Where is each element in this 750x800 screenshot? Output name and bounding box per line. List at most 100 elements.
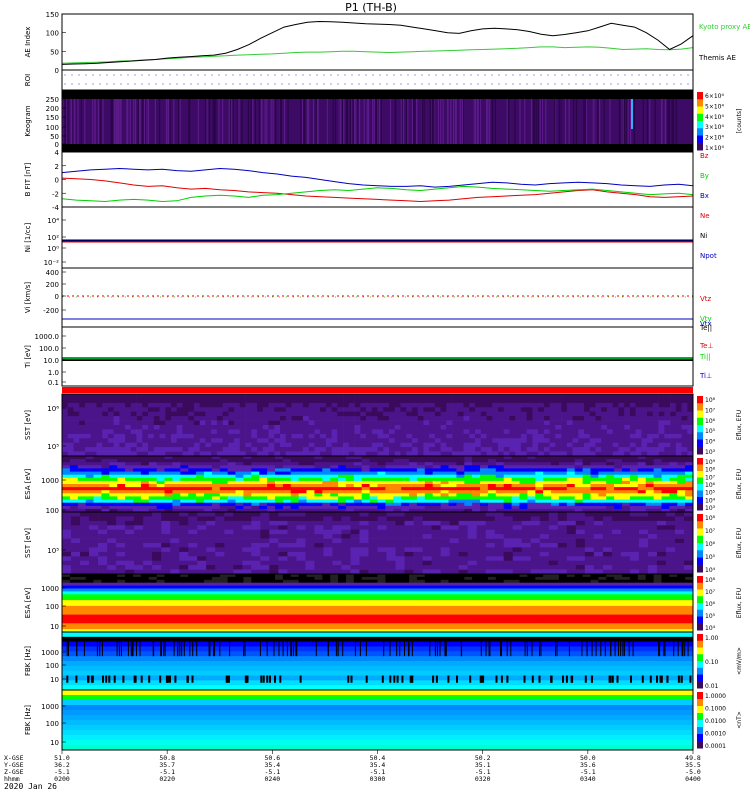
heatmap-cell bbox=[494, 560, 505, 566]
colorbar-label: Eflux, EFU bbox=[736, 410, 743, 440]
heatmap-cell bbox=[566, 459, 576, 463]
heatmap-cell bbox=[360, 447, 367, 452]
heatmap-cell bbox=[274, 425, 281, 430]
heatmap-cell bbox=[211, 496, 221, 500]
heatmap-cell bbox=[267, 480, 276, 485]
heatmap-cell bbox=[503, 579, 512, 584]
heatmap-cell bbox=[463, 447, 470, 452]
heatmap-cell bbox=[492, 429, 499, 435]
heatmap-cell bbox=[234, 420, 241, 426]
heatmap-cell bbox=[602, 565, 613, 570]
heatmap-cell bbox=[188, 447, 195, 452]
heatmap-cell bbox=[475, 398, 482, 404]
heatmap-cell bbox=[224, 525, 234, 531]
heatmap-cell bbox=[566, 484, 576, 488]
heatmap-cell bbox=[431, 556, 441, 562]
heatmap-cell bbox=[575, 520, 586, 526]
heatmap-cell bbox=[539, 565, 550, 570]
heatmap-cell bbox=[170, 534, 180, 539]
heatmap-cell bbox=[574, 493, 583, 497]
heatmap-cell bbox=[612, 407, 619, 413]
heatmap-cell bbox=[487, 505, 497, 510]
heatmap-cell bbox=[606, 477, 615, 482]
heatmap-cell bbox=[467, 538, 477, 544]
heatmap-cell bbox=[67, 425, 74, 430]
heatmap-cell bbox=[322, 471, 331, 476]
heatmap-cell bbox=[432, 576, 441, 581]
heatmap-cell bbox=[377, 538, 387, 544]
heatmap-cell bbox=[98, 520, 108, 526]
heatmap-cell bbox=[424, 499, 434, 504]
heatmap-cell bbox=[172, 474, 181, 479]
heatmap-cell bbox=[188, 551, 198, 557]
keogram-stripe bbox=[447, 99, 449, 144]
heatmap-cell bbox=[341, 525, 351, 531]
heatmap-cell bbox=[601, 425, 608, 430]
heatmap-cell bbox=[582, 493, 591, 497]
heatmap-cell bbox=[652, 438, 659, 444]
keogram-stripe bbox=[423, 99, 425, 144]
heatmap-cell bbox=[136, 402, 143, 408]
roi-dot bbox=[225, 74, 227, 76]
heatmap-cell bbox=[267, 493, 276, 497]
heatmap-cell bbox=[574, 499, 583, 504]
heatmap-cell bbox=[401, 493, 410, 497]
heatmap-cell bbox=[320, 411, 327, 417]
heatmap-cell bbox=[235, 484, 244, 488]
heatmap-cell bbox=[325, 429, 332, 435]
heatmap-cell bbox=[440, 394, 447, 399]
heatmap-cell bbox=[416, 480, 426, 485]
heatmap-cell bbox=[251, 456, 260, 460]
heatmap-cell bbox=[645, 490, 654, 494]
heatmap-cell bbox=[385, 468, 394, 472]
heatmap-cell bbox=[366, 442, 373, 448]
heatmap-cell bbox=[509, 438, 516, 444]
heatmap-cell bbox=[323, 556, 333, 562]
roi-dot bbox=[218, 74, 220, 76]
heatmap-cell bbox=[515, 429, 522, 435]
heatmap-cell bbox=[222, 398, 229, 404]
heatmap-cell bbox=[548, 525, 559, 531]
heatmap-cell bbox=[411, 416, 418, 421]
heatmap-cell bbox=[669, 459, 678, 463]
heatmap-cell bbox=[211, 499, 221, 504]
heatmap-cell bbox=[521, 516, 532, 522]
roi-dot bbox=[197, 83, 199, 85]
heatmap-cell bbox=[543, 429, 550, 435]
heatmap-cell bbox=[140, 465, 150, 469]
heatmap-cell bbox=[188, 484, 197, 488]
heatmap-cell bbox=[582, 582, 591, 586]
heatmap-cell bbox=[394, 447, 401, 452]
heatmap-cell bbox=[656, 538, 667, 544]
heatmap-cell bbox=[515, 411, 522, 417]
heatmap-cell bbox=[653, 474, 662, 479]
heatmap-cell bbox=[575, 547, 586, 553]
keogram-stripe bbox=[279, 99, 282, 144]
keogram-top-band bbox=[62, 90, 693, 99]
heatmap-cell bbox=[306, 496, 315, 500]
heatmap-cell bbox=[331, 420, 338, 426]
heatmap-cell bbox=[193, 394, 200, 399]
heatmap-cell bbox=[274, 394, 281, 399]
roi-dot bbox=[554, 83, 556, 85]
heatmap-cell bbox=[305, 560, 315, 566]
heatmap-cell bbox=[107, 447, 114, 452]
keogram-stripe bbox=[165, 99, 168, 144]
heatmap-cell bbox=[77, 582, 87, 586]
heatmap-cell bbox=[595, 402, 602, 408]
heatmap-cell bbox=[148, 416, 155, 421]
heatmap-cell bbox=[476, 560, 487, 566]
heatmap-cell bbox=[543, 490, 552, 494]
heatmap-cell bbox=[394, 398, 401, 404]
colorbar-cell bbox=[697, 497, 703, 504]
heatmap-cell bbox=[228, 398, 235, 404]
heatmap-cell bbox=[188, 468, 197, 472]
heatmap-cell bbox=[268, 394, 275, 399]
roi-dot bbox=[302, 83, 304, 85]
heatmap-cell bbox=[67, 438, 74, 444]
heatmap-cell bbox=[515, 398, 522, 404]
heatmap-cell bbox=[393, 579, 402, 584]
heatmap-cell bbox=[452, 429, 459, 435]
heatmap-cell bbox=[298, 496, 307, 500]
heatmap-cell bbox=[136, 394, 143, 399]
